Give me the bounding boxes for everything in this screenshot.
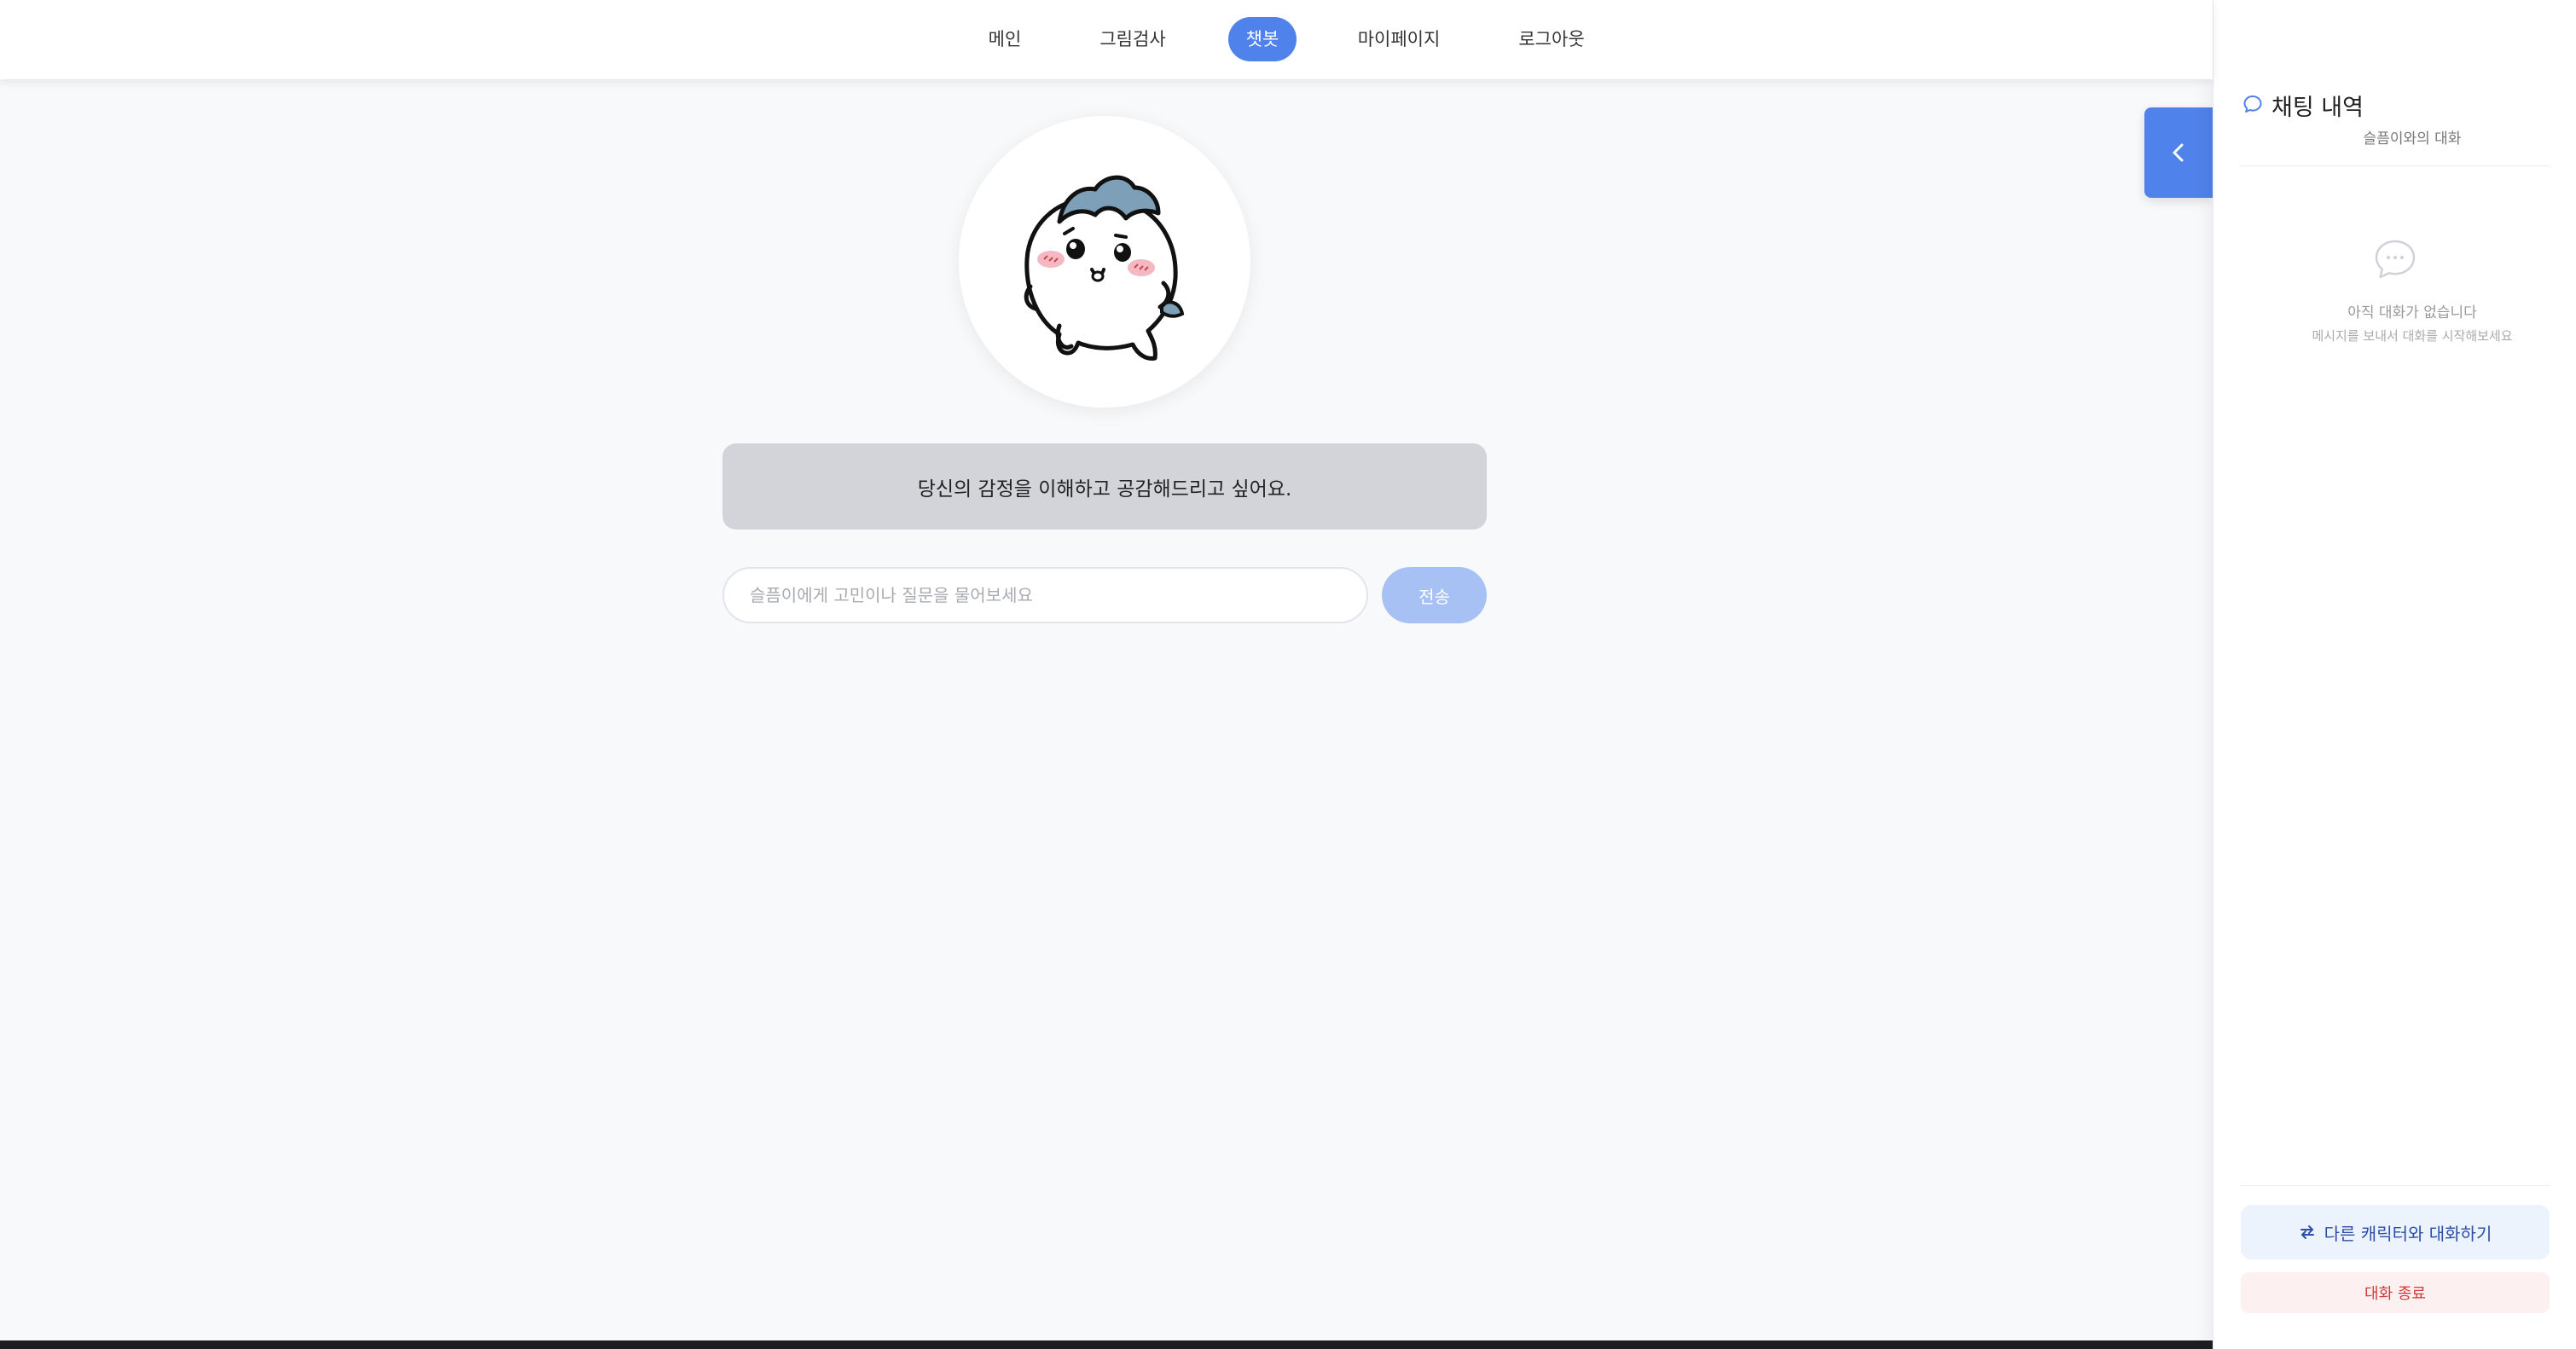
chevron-left-icon [2173,143,2184,162]
swap-arrows-icon [2300,1225,2314,1239]
character-illustration [1024,175,1185,361]
send-button[interactable]: 전송 [1382,567,1487,623]
panel-divider [2241,165,2550,166]
panel-divider-bottom [2241,1185,2550,1186]
nav-item-drawing-test[interactable]: 그림검사 [1088,17,1177,61]
panel-subtitle: 슬픔이와의 대화 [2363,130,2462,148]
chat-input[interactable] [722,567,1368,623]
panel-toggle-button[interactable] [2144,107,2213,198]
nav-item-chatbot[interactable]: 챗봇 [1228,17,1297,61]
panel-title: 채팅 내역 [2271,95,2364,121]
chat-dots-icon [2375,240,2416,279]
empty-state-subtitle: 메시지를 보내서 대화를 시작해보세요 [2312,328,2513,344]
assistant-message-text: 당신의 감정을 이해하고 공감해드리고 싶어요. [917,478,1292,501]
switch-character-label: 다른 캐릭터와 대화하기 [2324,1223,2492,1244]
chat-bubble-icon [2243,96,2262,113]
chat-history-panel: 채팅 내역 슬픔이와의 대화 아직 대화가 없습니다 메시지를 보내서 대화를 … [2213,0,2576,1349]
nav-item-logout[interactable]: 로그아웃 [1506,17,1597,61]
nav-item-mypage[interactable]: 마이페이지 [1346,17,1452,61]
assistant-message-bubble: 당신의 감정을 이해하고 공감해드리고 싶어요. [722,443,1487,530]
empty-state-title: 아직 대화가 없습니다 [2347,304,2477,321]
nav-item-main[interactable]: 메인 [971,17,1039,61]
chatbot-page: 메인 그림검사 챗봇 마이페이지 로그아웃 당신의 감정을 이해하고 공감해드리… [0,0,2576,1349]
character-avatar [959,116,1250,408]
bottom-edge [0,1340,2213,1349]
top-nav: 메인 그림검사 챗봇 마이페이지 로그아웃 [0,0,2213,79]
end-conversation-button[interactable]: 대화 종료 [2241,1272,2550,1313]
switch-character-button[interactable]: 다른 캐릭터와 대화하기 [2241,1205,2550,1259]
